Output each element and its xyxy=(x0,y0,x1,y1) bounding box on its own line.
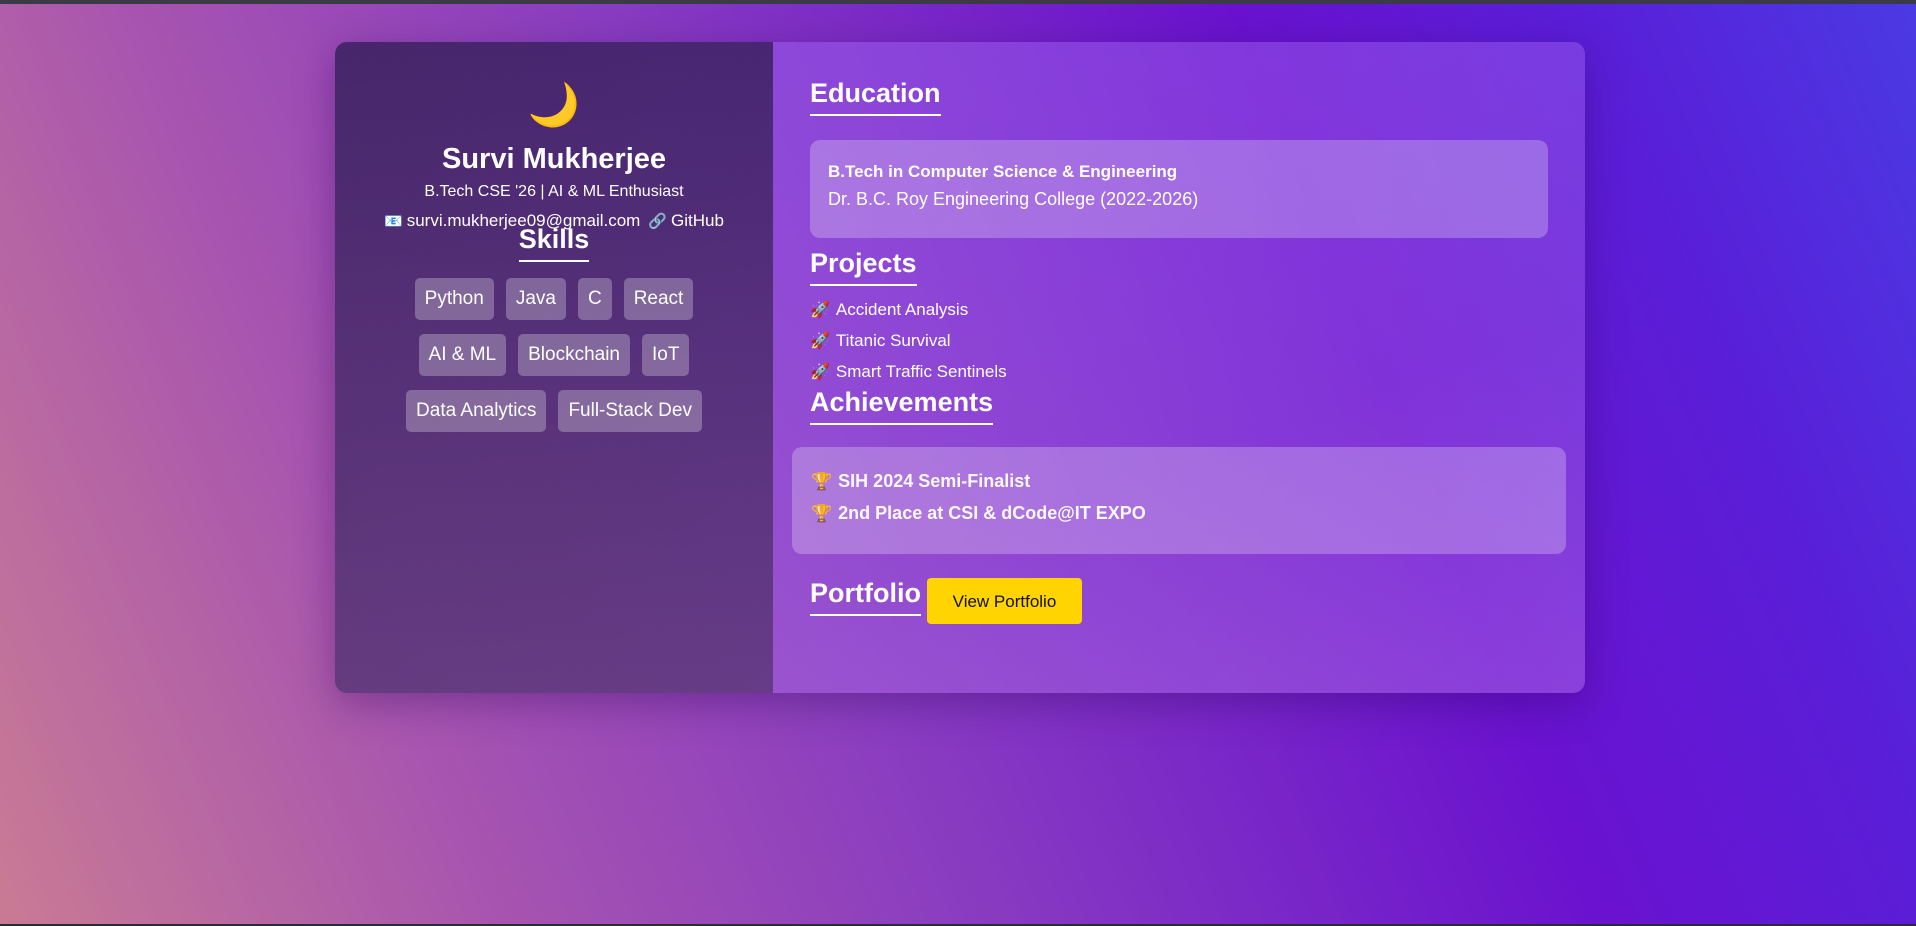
education-heading: Education xyxy=(810,78,941,116)
link-icon: 🔗 xyxy=(648,213,668,230)
view-portfolio-button[interactable]: View Portfolio xyxy=(926,578,1082,624)
details-panel: Education B.Tech in Computer Science & E… xyxy=(773,42,1585,693)
skill-chip: IoT xyxy=(642,334,690,376)
moon-icon: 🌙 xyxy=(527,81,581,128)
github-link[interactable]: 🔗 GitHub xyxy=(648,211,724,232)
skill-chip: C xyxy=(577,278,612,320)
skills-list: Python Java C React AI & ML Blockchain I… xyxy=(389,278,719,446)
skill-chip: Blockchain xyxy=(518,334,630,376)
profile-tagline: B.Tech CSE '26 | AI & ML Enthusiast xyxy=(424,183,684,200)
skill-chip: AI & ML xyxy=(418,334,507,376)
achievement-text: SIH 2024 Semi-Finalist xyxy=(838,471,1031,491)
skills-heading: Skills xyxy=(518,224,590,262)
education-box: B.Tech in Computer Science & Engineering… xyxy=(810,140,1548,238)
rocket-icon: 🚀 xyxy=(810,333,830,350)
projects-section: Projects 🚀 Accident Analysis 🚀 Titanic Sur… xyxy=(810,248,1548,393)
project-title: Titanic Survival xyxy=(835,331,951,350)
rocket-icon: 🚀 xyxy=(810,302,830,319)
profile-name: Survi Mukherjee xyxy=(441,143,667,175)
achievements-box: 🏆 SIH 2024 Semi-Finalist 🏆 2nd Place at CS… xyxy=(792,447,1566,554)
project-item: 🚀 Accident Analysis xyxy=(810,300,1548,331)
skill-chip: Data Analytics xyxy=(406,390,547,432)
education-degree: B.Tech in Computer Science & Engineering xyxy=(828,162,1178,181)
trophy-icon: 🏆 xyxy=(811,504,833,523)
portfolio-section: Portfolio View Portfolio xyxy=(810,578,1548,624)
trophy-icon: 🏆 xyxy=(811,472,833,491)
github-label: GitHub xyxy=(671,211,724,230)
project-item: 🚀 Titanic Survival xyxy=(810,331,1548,362)
window-top-bar xyxy=(0,0,1916,4)
skill-chip: Full-Stack Dev xyxy=(558,390,702,432)
project-title: Smart Traffic Sentinels xyxy=(835,362,1007,381)
achievement-text: 2nd Place at CSI & dCode@IT EXPO xyxy=(838,503,1146,523)
skill-chip: Python xyxy=(414,278,494,320)
envelope-icon: 📧 xyxy=(384,213,403,230)
project-title: Accident Analysis xyxy=(835,300,969,319)
portfolio-heading: Portfolio xyxy=(810,578,921,616)
education-school: Dr. B.C. Roy Engineering College (2022-2… xyxy=(828,189,1199,209)
achievement-item: 🏆 SIH 2024 Semi-Finalist xyxy=(811,470,1547,502)
projects-list: 🚀 Accident Analysis 🚀 Titanic Survival 🚀 Sm… xyxy=(810,300,1548,393)
achievement-item: 🏆 2nd Place at CSI & dCode@IT EXPO xyxy=(811,502,1547,534)
rocket-icon: 🚀 xyxy=(810,364,830,381)
resume-card: 🌙 Survi Mukherjee B.Tech CSE '26 | AI & … xyxy=(335,42,1585,693)
profile-sidebar: 🌙 Survi Mukherjee B.Tech CSE '26 | AI & … xyxy=(335,42,773,693)
email-link[interactable]: 📧 survi.mukherjee09@gmail.com xyxy=(384,211,640,232)
skill-chip: Java xyxy=(505,278,566,320)
achievements-heading: Achievements xyxy=(810,387,994,425)
projects-heading: Projects xyxy=(810,248,917,286)
skill-chip: React xyxy=(623,278,694,320)
